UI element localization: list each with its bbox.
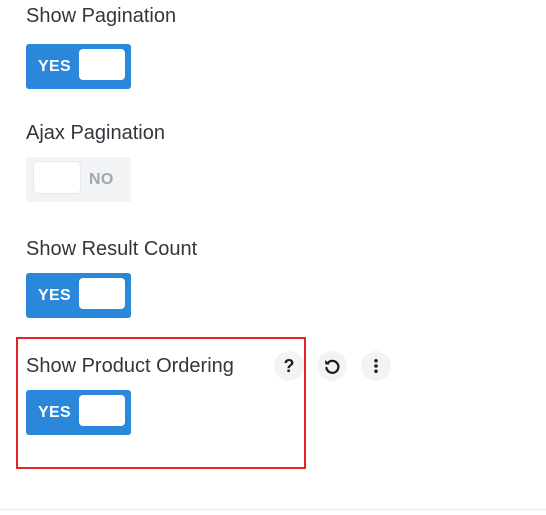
more-vertical-icon bbox=[374, 358, 378, 374]
setting-label: Ajax Pagination bbox=[26, 122, 165, 144]
toggle-state-text: YES bbox=[38, 58, 71, 75]
setting-label: Show Result Count bbox=[26, 238, 198, 260]
toggle-state-text: NO bbox=[89, 171, 114, 188]
toggle-knob bbox=[79, 49, 125, 80]
help-button[interactable]: ? bbox=[274, 351, 304, 381]
show-pagination-toggle[interactable]: YES bbox=[26, 44, 131, 89]
toggle-state-text: YES bbox=[38, 287, 71, 304]
setting-label: Show Pagination bbox=[26, 5, 177, 27]
toggle-knob bbox=[34, 162, 80, 193]
toggle-knob bbox=[79, 395, 125, 426]
toggle-knob bbox=[79, 278, 125, 309]
reset-button[interactable] bbox=[317, 351, 347, 381]
help-icon: ? bbox=[283, 356, 295, 376]
setting-label: Show Product Ordering bbox=[26, 355, 234, 377]
ajax-pagination-toggle[interactable]: NO bbox=[26, 157, 131, 202]
bottom-divider bbox=[0, 509, 546, 510]
show-result-count-toggle[interactable]: YES bbox=[26, 273, 131, 318]
toggle-state-text: YES bbox=[38, 404, 71, 421]
reset-icon bbox=[325, 359, 340, 374]
show-product-ordering-toggle[interactable]: YES bbox=[26, 390, 131, 435]
more-options-button[interactable] bbox=[361, 351, 391, 381]
